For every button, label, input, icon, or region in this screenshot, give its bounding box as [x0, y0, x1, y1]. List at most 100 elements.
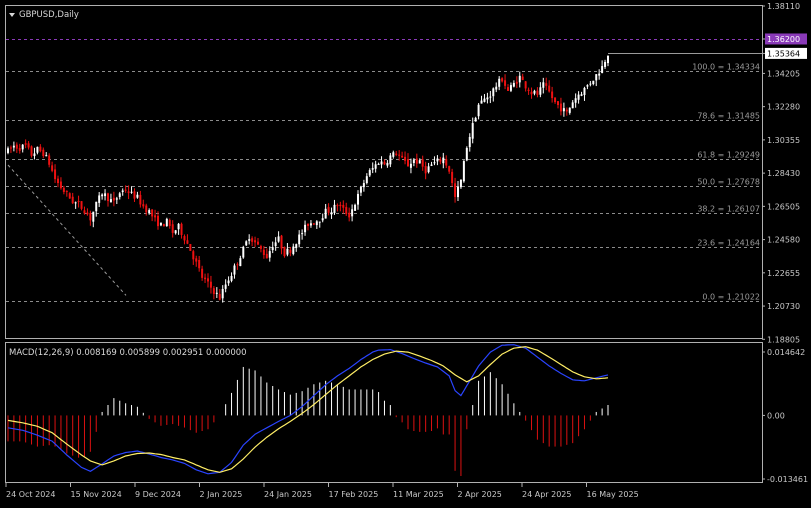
- candle-body: [215, 292, 218, 294]
- candle-body: [15, 144, 18, 149]
- candle-body: [83, 210, 86, 214]
- time-tick-label: 15 Nov 2024: [71, 490, 122, 499]
- candle-body: [357, 193, 359, 205]
- candle-body: [492, 88, 495, 97]
- time-axis: 24 Oct 2024 15 Nov 2024 9 Dec 2024 2 Jan 20…: [5, 482, 639, 499]
- candle-body: [271, 247, 274, 251]
- candle-body: [159, 222, 162, 226]
- candle-body: [230, 275, 233, 281]
- candle-body: [554, 97, 557, 103]
- candle-body: [136, 194, 139, 198]
- time-tick-label: 24 Oct 2024: [6, 490, 55, 499]
- candle-body: [9, 147, 12, 149]
- candle-body: [168, 219, 171, 226]
- symbol-title: GBPUSD,Daily: [19, 10, 79, 20]
- candle-body: [427, 166, 430, 173]
- candle-body: [89, 212, 92, 221]
- candle-body: [468, 136, 471, 148]
- candle-body: [101, 194, 104, 197]
- candlestick-chart-svg[interactable]: 100.0 = 1.34334 78.6 = 1.31485 61.8 = 1.29…: [0, 0, 811, 508]
- candle-body: [57, 178, 59, 184]
- candle-body: [295, 244, 298, 249]
- candle-body: [109, 199, 112, 203]
- fib-label-5: 23.6 = 1.24164: [697, 239, 760, 248]
- candle-body: [27, 143, 30, 148]
- candle-body: [536, 90, 539, 95]
- macd-tick-label: -0.013461: [767, 475, 808, 484]
- candle-body: [407, 159, 409, 167]
- candle-body: [45, 155, 48, 157]
- candle-body: [515, 81, 518, 84]
- trading-chart-window: 100.0 = 1.34334 78.6 = 1.31485 61.8 = 1.29…: [0, 0, 811, 508]
- candle-body: [148, 210, 151, 214]
- candle-body: [580, 94, 583, 96]
- candle-body: [495, 86, 498, 90]
- candle-body: [395, 153, 398, 155]
- candle-body: [601, 66, 604, 74]
- candle-body: [533, 90, 536, 94]
- candle-body: [36, 146, 39, 153]
- candle-body: [115, 198, 118, 200]
- candle-body: [389, 155, 392, 165]
- candle-body: [480, 100, 483, 104]
- candle-body: [74, 202, 77, 204]
- candle-body: [371, 168, 374, 170]
- candle-body: [121, 190, 124, 192]
- candle-body: [133, 191, 136, 199]
- price-tick-label: 1.18805: [767, 335, 800, 344]
- candle-body: [571, 102, 574, 109]
- candle-body: [251, 238, 254, 242]
- candle-body: [139, 194, 142, 205]
- candle: [30, 145, 33, 158]
- candle-body: [559, 103, 562, 112]
- time-tick-label: 11 Mar 2025: [393, 490, 444, 499]
- candle-body: [274, 242, 277, 247]
- candle-body: [433, 162, 436, 164]
- candle-body: [424, 166, 427, 174]
- candle: [165, 217, 168, 227]
- candle-body: [24, 143, 27, 145]
- candle-body: [248, 239, 251, 241]
- candle: [189, 243, 192, 251]
- candle-body: [542, 82, 545, 88]
- candle-body: [498, 78, 501, 87]
- candle-body: [592, 80, 595, 85]
- fib-label-0: 100.0 = 1.34334: [692, 63, 760, 72]
- candle-body: [565, 109, 568, 112]
- fib-label-6: 0.0 = 1.21022: [702, 293, 760, 302]
- candle-body: [12, 145, 15, 148]
- candle-body: [180, 223, 183, 235]
- candle-body: [62, 187, 65, 192]
- candle-body: [177, 223, 180, 230]
- candle-body: [233, 265, 236, 275]
- candle-body: [521, 76, 524, 81]
- candle-body: [462, 160, 465, 182]
- candle-body: [445, 159, 448, 166]
- candle-body: [418, 160, 421, 164]
- candle-body: [201, 268, 204, 278]
- candle-body: [42, 149, 45, 156]
- candle-body: [236, 264, 239, 266]
- candle-body: [151, 209, 154, 217]
- candle-body: [245, 241, 248, 246]
- candle-body: [489, 96, 492, 98]
- candle-body: [412, 159, 415, 163]
- price-tick-label: 1.22655: [767, 269, 800, 278]
- candle-body: [145, 205, 148, 213]
- candle-body: [383, 161, 386, 165]
- candle-body: [174, 230, 177, 234]
- candle-body: [298, 234, 301, 245]
- candle-body: [598, 73, 601, 76]
- candle-body: [409, 163, 412, 168]
- candle-body: [477, 104, 480, 117]
- candle-body: [377, 163, 380, 165]
- fib-label-4: 38.2 = 1.26107: [697, 205, 760, 214]
- candle-body: [186, 240, 189, 244]
- candle-body: [577, 94, 580, 100]
- candle-body: [318, 221, 321, 223]
- candle-body: [586, 85, 589, 87]
- candle-body: [307, 223, 309, 226]
- candle-body: [127, 191, 130, 194]
- candle-body: [65, 190, 68, 192]
- candle-body: [239, 258, 242, 267]
